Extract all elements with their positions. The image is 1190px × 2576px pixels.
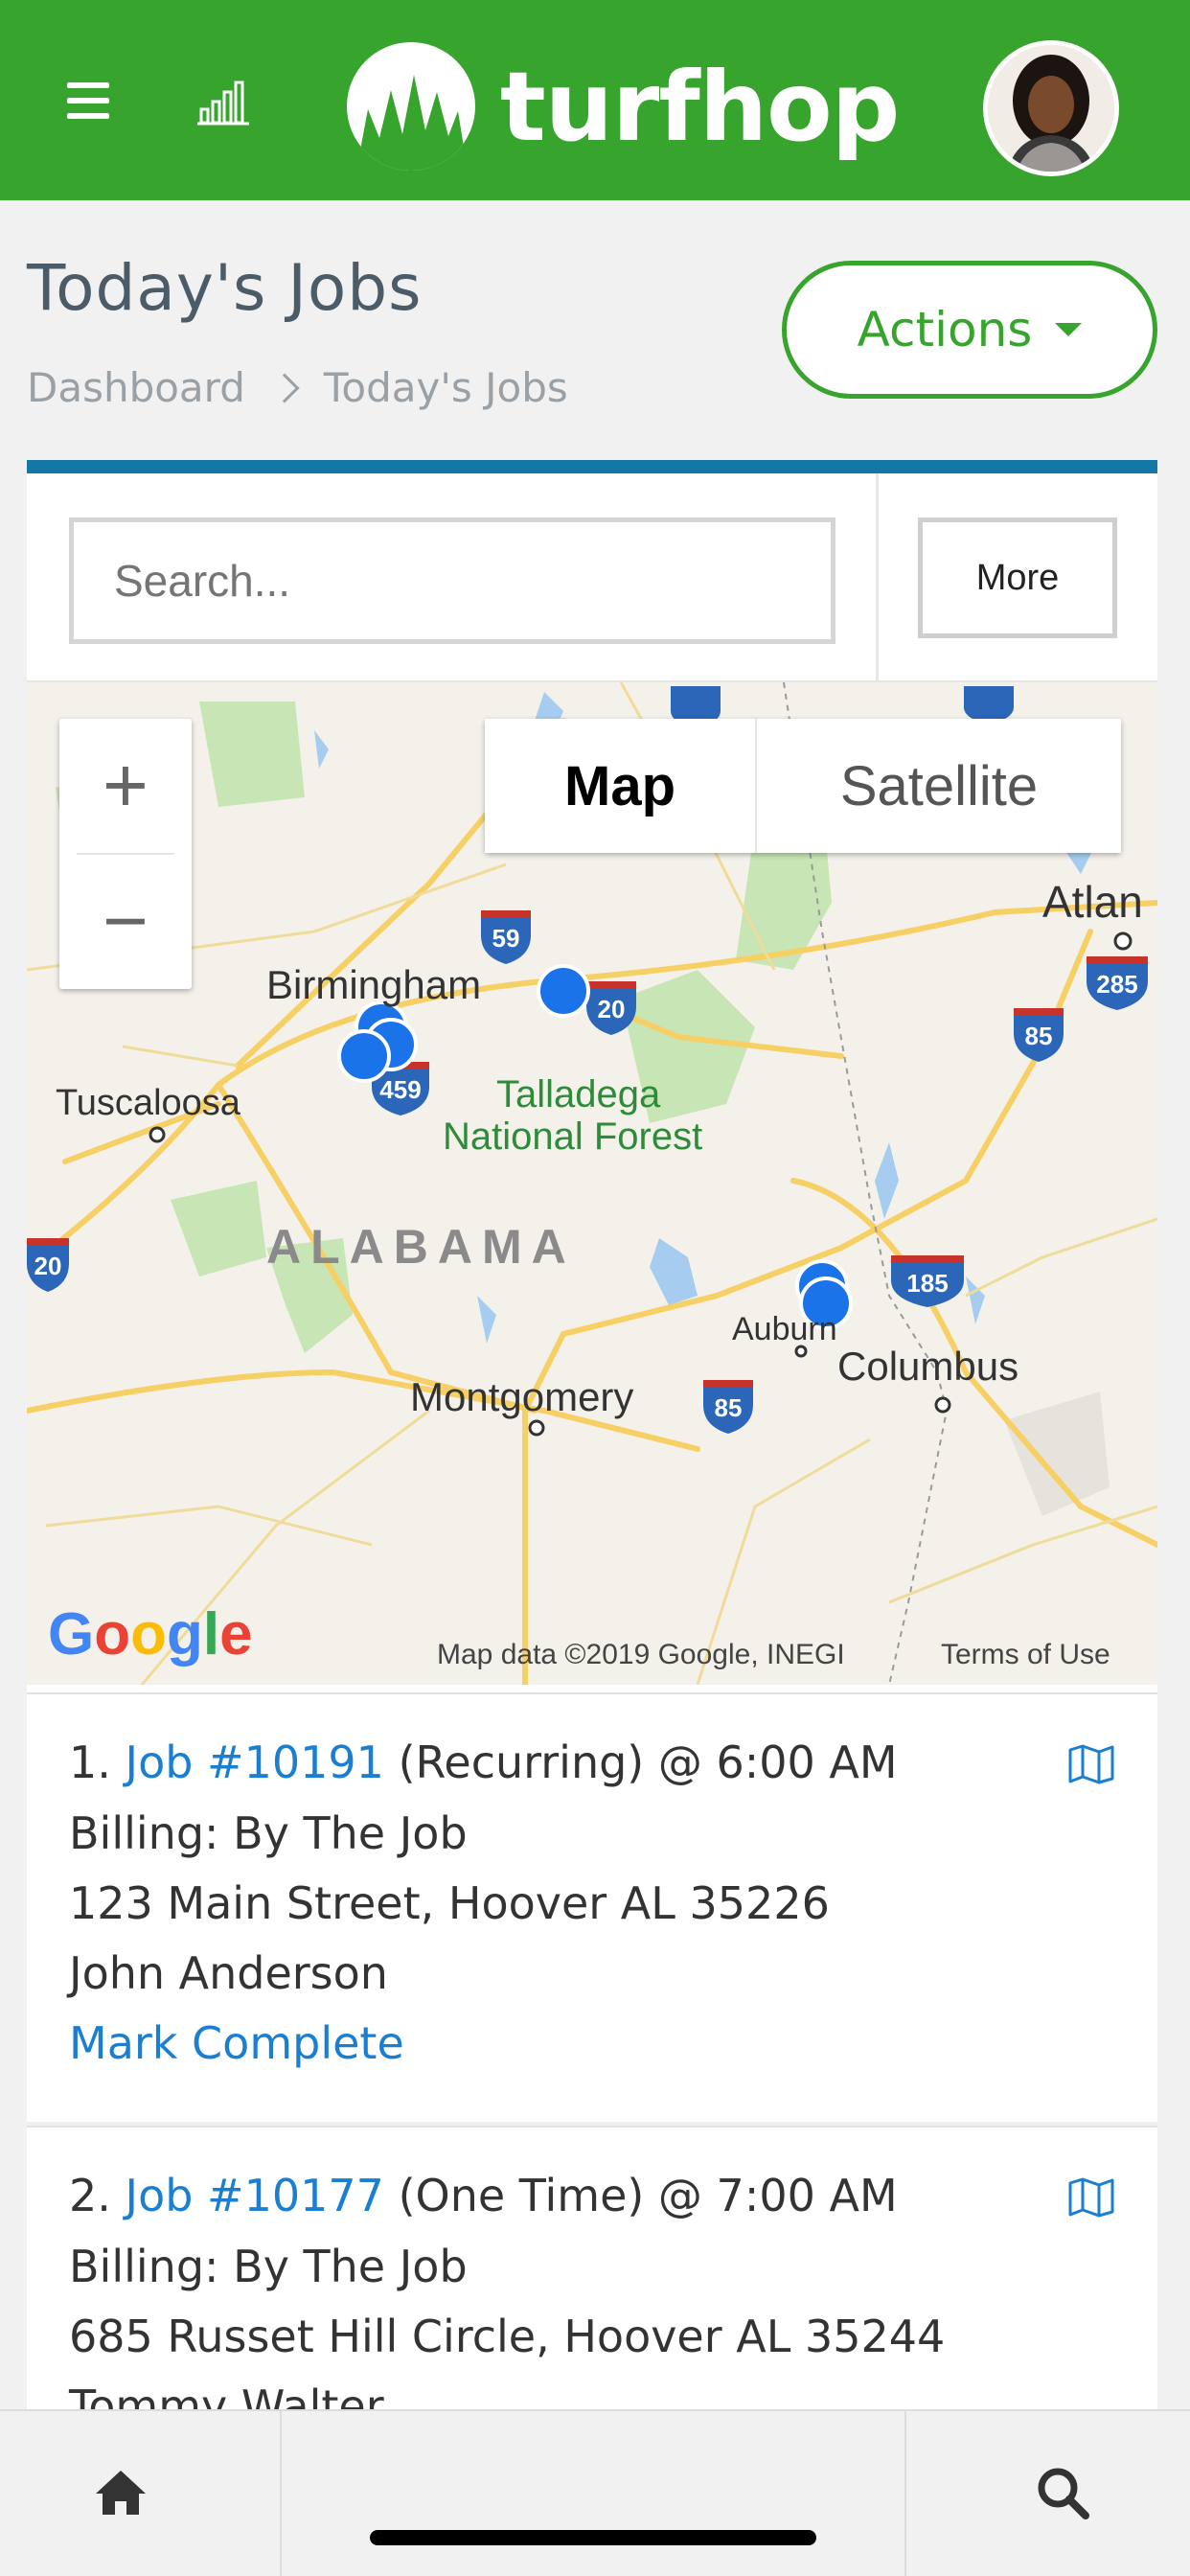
home-indicator bbox=[370, 2530, 816, 2545]
breadcrumb-dashboard-link[interactable]: Dashboard bbox=[27, 364, 245, 411]
job-number: 1. bbox=[69, 1736, 111, 1788]
turfhop-logo[interactable]: turfhop bbox=[347, 42, 900, 176]
map-label-montgomery: Montgomery bbox=[410, 1374, 634, 1419]
job-title-line: 1. Job #10191 (Recurring) @ 6:00 AM bbox=[69, 1736, 898, 1788]
shield-i20-label: 20 bbox=[598, 995, 626, 1024]
map-label-columbus: Columbus bbox=[837, 1344, 1019, 1389]
map-label-atlanta: Atlan bbox=[1042, 877, 1143, 927]
job-customer: John Anderson bbox=[69, 1947, 388, 1999]
map-label-alabama: ALABAMA bbox=[266, 1220, 576, 1274]
chevron-right-icon bbox=[269, 372, 300, 403]
zoom-control: + − bbox=[59, 719, 192, 989]
job-address: 123 Main Street, Hoover AL 35226 bbox=[69, 1877, 830, 1929]
job-billing: Billing: By The Job bbox=[69, 1807, 468, 1859]
job-link[interactable]: Job #10191 bbox=[126, 1736, 384, 1788]
shield-i20-west-label: 20 bbox=[34, 1252, 62, 1280]
job-address: 685 Russet Hill Circle, Hoover AL 35244 bbox=[69, 2311, 946, 2362]
job-number: 2. bbox=[69, 2170, 111, 2221]
terms-of-use-link[interactable]: Terms of Use bbox=[941, 1639, 1110, 1671]
mark-complete-link[interactable]: Mark Complete bbox=[69, 2017, 404, 2069]
map-label-auburn: Auburn bbox=[732, 1311, 837, 1347]
breadcrumb: Dashboard Today's Jobs bbox=[27, 364, 568, 411]
map-icon[interactable] bbox=[1067, 2177, 1115, 2218]
jobs-panel: More bbox=[27, 460, 1157, 1706]
caret-down-icon bbox=[1055, 323, 1083, 336]
chart-icon[interactable] bbox=[195, 77, 253, 126]
map-label-talladega: Talladega bbox=[496, 1073, 661, 1116]
map-label-birmingham: Birmingham bbox=[266, 962, 482, 1007]
shield-i59-label: 59 bbox=[492, 924, 520, 953]
map-type-control: Map Satellite bbox=[485, 719, 1121, 853]
brand-name: turfhop bbox=[500, 51, 900, 163]
shield-i185-label: 185 bbox=[906, 1269, 948, 1298]
actions-dropdown-button[interactable]: Actions bbox=[782, 261, 1157, 399]
zoom-out-button[interactable]: − bbox=[59, 855, 192, 989]
job-card: 2. Job #10177 (One Time) @ 7:00 AM Billi… bbox=[27, 2126, 1157, 2432]
job-detail: (Recurring) @ 6:00 AM bbox=[398, 1736, 898, 1788]
bottom-tab-bar bbox=[0, 2409, 1190, 2576]
zoom-in-button[interactable]: + bbox=[59, 719, 192, 853]
breadcrumb-current: Today's Jobs bbox=[323, 364, 568, 411]
job-billing: Billing: By The Job bbox=[69, 2241, 468, 2292]
divider bbox=[904, 2411, 906, 2576]
grass-logo-icon bbox=[347, 42, 475, 171]
shield-i85-label: 85 bbox=[1025, 1022, 1053, 1050]
shield-i85-south-label: 85 bbox=[715, 1393, 743, 1422]
top-navbar: turfhop bbox=[0, 0, 1190, 200]
divider bbox=[280, 2411, 282, 2576]
search-input[interactable] bbox=[69, 518, 835, 644]
job-card: 1. Job #10191 (Recurring) @ 6:00 AM Bill… bbox=[27, 1692, 1157, 2122]
more-button[interactable]: More bbox=[918, 518, 1117, 638]
map-icon[interactable] bbox=[1067, 1744, 1115, 1784]
shield-i285-label: 285 bbox=[1096, 970, 1137, 999]
map-type-satellite-button[interactable]: Satellite bbox=[757, 719, 1121, 853]
page-title: Today's Jobs bbox=[27, 251, 423, 325]
map-label-national-forest: National Forest bbox=[443, 1116, 703, 1158]
search-toolbar: More bbox=[27, 473, 1157, 682]
map-type-map-button[interactable]: Map bbox=[485, 719, 757, 853]
user-avatar[interactable] bbox=[983, 40, 1119, 176]
job-detail: (One Time) @ 7:00 AM bbox=[398, 2170, 898, 2221]
hamburger-menu-icon[interactable] bbox=[57, 75, 115, 128]
jobs-map[interactable]: 59 20 459 85 285 185 85 20 Birmingham Tu… bbox=[27, 682, 1157, 1685]
google-logo[interactable]: Google bbox=[48, 1600, 253, 1668]
map-label-tuscaloosa: Tuscaloosa bbox=[56, 1083, 240, 1123]
search-icon[interactable] bbox=[1035, 2465, 1090, 2520]
actions-label: Actions bbox=[857, 302, 1033, 357]
home-icon[interactable] bbox=[94, 2467, 148, 2517]
shield-i459-label: 459 bbox=[379, 1075, 421, 1104]
map-attribution: Map data ©2019 Google, INEGI bbox=[437, 1639, 845, 1670]
job-title-line: 2. Job #10177 (One Time) @ 7:00 AM bbox=[69, 2170, 898, 2221]
job-link[interactable]: Job #10177 bbox=[126, 2170, 384, 2221]
divider bbox=[876, 473, 879, 682]
